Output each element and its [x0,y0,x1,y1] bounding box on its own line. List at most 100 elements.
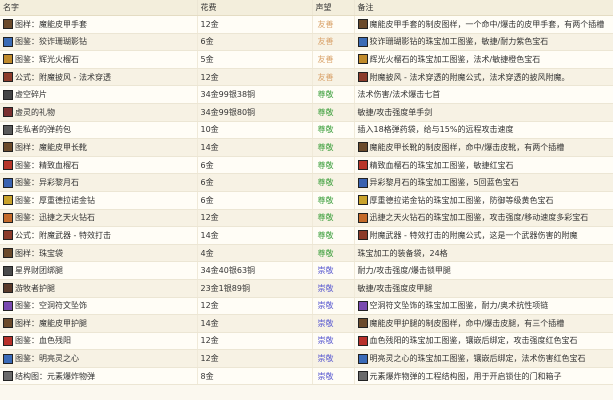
gem-icon [357,160,368,171]
item-name[interactable]: 图鉴：异彩黎月石 [15,178,79,187]
table-row[interactable]: 结构图：元素爆炸物弹 8金 崇敬 元素爆炸物弹的工程结构图，用于开启锁住的门和箱子 [0,367,613,386]
table-row[interactable]: 图鉴：迅捷之天火钻石 12金 尊敬 迅捷之天火钻石的珠宝加工图鉴，攻击强度/移动速度多… [0,209,613,228]
note-text: 血色残阳的珠宝加工图鉴，镶嵌后绑定，攻击强度红色宝石 [369,336,578,346]
table-row[interactable]: 虚灵的礼物 34金99银80铜 尊敬 敏捷/攻击强度单手剑 [0,103,613,122]
item-name-cell[interactable]: 结构图：元素爆炸物弹 [0,367,198,386]
reputation-level: 尊敬 [312,191,355,210]
item-name[interactable]: 虚空碎片 [15,90,47,99]
gem-icon [3,353,13,364]
table-row[interactable]: 公式：附魔披风 - 法术穿透 12金 友善 附魔披风 - 法术穿透的附魔公式，法术穿透… [0,68,613,87]
table-row[interactable]: 图鉴：空洞符文坠饰 12金 崇敬 空洞符文坠饰的珠宝加工图鉴，耐力/奥术抗性项链 [0,297,613,316]
gloves-icon [3,19,13,30]
item-name[interactable]: 图样：魔能皮甲手套 [15,20,87,29]
item-name[interactable]: 图鉴：精致血榴石 [15,161,79,170]
item-name[interactable]: 游牧者护腿 [15,284,55,293]
item-note: 法术伤害/法术爆击七首 [354,85,613,104]
item-name-cell[interactable]: 图样：魔能皮甲手套 [0,15,198,34]
item-name-cell[interactable]: 游牧者护腿 [0,279,198,298]
item-cost: 12金 [197,68,313,87]
table-header-row: 名字 花费 声望 备注 [0,0,613,16]
item-note: 辉光火榴石的珠宝加工图鉴，法术/敏捷橙色宝石 [354,50,613,69]
item-name-cell[interactable]: 图样：魔能皮甲护腿 [0,314,198,333]
item-name-cell[interactable]: 图鉴：狡诈珊瑚影钻 [0,33,198,52]
item-name[interactable]: 结构图：元素爆炸物弹 [15,372,95,381]
item-cost: 14金 [197,226,313,245]
table-row[interactable]: 图鉴：血色残阳 12金 崇敬 血色残阳的珠宝加工图鉴，镶嵌后绑定，攻击强度红色宝石 [0,332,613,351]
gem-icon [3,335,13,346]
table-row[interactable]: 游牧者护腿 23金1银89铜 崇敬 敏捷/攻击强度皮甲腿 [0,279,613,298]
header-cost[interactable]: 花费 [197,0,313,16]
table-row[interactable]: 走私者的弹药包 10金 尊敬 插入18格弹药袋，给与15%的远程攻击速度 [0,121,613,140]
item-name-cell[interactable]: 图鉴：明亮灵之心 [0,349,198,368]
item-name[interactable]: 图鉴：明亮灵之心 [15,354,79,363]
table-row[interactable]: 图鉴：辉光火榴石 5金 友善 辉光火榴石的珠宝加工图鉴，法术/敏捷橙色宝石 [0,50,613,69]
leg-icon [3,318,13,329]
item-name-cell[interactable]: 图鉴：迅捷之天火钻石 [0,209,198,228]
item-name-cell[interactable]: 图鉴：厚重德拉诺金钻 [0,191,198,210]
item-name[interactable]: 图鉴：辉光火榴石 [15,55,79,64]
item-name-cell[interactable]: 公式：附魔披风 - 法术穿透 [0,68,198,87]
item-name-cell[interactable]: 图鉴：异彩黎月石 [0,173,198,192]
table-row[interactable]: 图样：魔能皮甲护腿 14金 崇敬 魔能皮甲护腿的制皮图样，命中/爆击皮腿，有三个插槽 [0,314,613,333]
header-note[interactable]: 备注 [354,0,613,16]
scroll-icon [3,72,13,83]
item-name-cell[interactable]: 图样：珠宝袋 [0,244,198,263]
table-row[interactable]: 图鉴：精致血榴石 6金 尊敬 精致血榴石的珠宝加工图鉴，敏捷红宝石 [0,156,613,175]
item-name[interactable]: 图样：珠宝袋 [15,249,63,258]
item-name-cell[interactable]: 图鉴：辉光火榴石 [0,50,198,69]
item-name[interactable]: 公式：附魔武器 - 特效打击 [15,231,111,240]
table-row[interactable]: 图鉴：异彩黎月石 6金 尊敬 异彩黎月石的珠宝加工图鉴，5回蓝色宝石 [0,173,613,192]
table-row[interactable]: 星界财团绑腿 34金40银63铜 崇敬 耐力/攻击强度/爆击锁甲腿 [0,261,613,280]
table-row[interactable]: 图鉴：厚重德拉诺金钻 6金 尊敬 厚重德拉诺金钻的珠宝加工图鉴，防御等级黄色宝石 [0,191,613,210]
item-cost: 5金 [197,50,313,69]
item-name[interactable]: 图鉴：厚重德拉诺金钻 [15,196,95,205]
table-row[interactable]: 图样：魔能皮甲长靴 14金 尊敬 魔能皮甲长靴的制皮图样，命中/爆击皮靴，有两个插槽 [0,138,613,157]
item-name-cell[interactable]: 星界财团绑腿 [0,261,198,280]
reputation-level: 友善 [312,15,355,34]
leg-icon [3,283,13,294]
leg-icon [3,265,13,276]
item-name-cell[interactable]: 虚空碎片 [0,85,198,104]
item-name[interactable]: 虚灵的礼物 [15,108,55,117]
table-row[interactable]: 虚空碎片 34金99银38铜 尊敬 法术伤害/法术爆击七首 [0,85,613,104]
header-name[interactable]: 名字 [0,0,198,16]
table-row[interactable]: 图样：魔能皮甲手套 12金 友善 魔能皮甲手套的制皮图样，一个命中/爆击的皮甲手套，有… [0,15,613,34]
item-name-cell[interactable]: 图鉴：精致血榴石 [0,156,198,175]
item-cost: 12金 [197,332,313,351]
item-name[interactable]: 图鉴：迅捷之天火钻石 [15,213,95,222]
table-row[interactable]: 图鉴：狡诈珊瑚影钻 6金 友善 狡诈珊瑚影钻的珠宝加工图鉴，敏捷/耐力紫色宝石 [0,33,613,52]
item-name[interactable]: 图鉴：空洞符文坠饰 [15,301,87,310]
scroll-icon [3,230,13,241]
reputation-level: 尊敬 [312,244,355,263]
note-text: 精致血榴石的珠宝加工图鉴，敏捷红宝石 [369,160,514,170]
note-text: 附魔披风 - 法术穿透的附魔公式，法术穿透的披风附魔。 [369,72,570,82]
item-name[interactable]: 图样：魔能皮甲护腿 [15,319,87,328]
item-name-cell[interactable]: 图鉴：空洞符文坠饰 [0,297,198,316]
item-note: 耐力/攻击强度/爆击锁甲腿 [354,261,613,280]
item-name-cell[interactable]: 虚灵的礼物 [0,103,198,122]
item-note: 狡诈珊瑚影钻的珠宝加工图鉴，敏捷/耐力紫色宝石 [354,33,613,52]
item-name[interactable]: 星界财团绑腿 [15,266,63,275]
note-text: 插入18格弹药袋，给与15%的远程攻击速度 [357,125,514,135]
item-name-cell[interactable]: 走私者的弹药包 [0,121,198,140]
table-row[interactable]: 图鉴：明亮灵之心 12金 崇敬 明亮灵之心的珠宝加工图鉴，镶嵌后绑定，法术伤害红色宝石 [0,349,613,368]
leg-icon [357,318,368,329]
item-name[interactable]: 公式：附魔披风 - 法术穿透 [15,73,111,82]
gem-icon [3,54,13,65]
item-cost: 14金 [197,138,313,157]
boots-icon [3,142,13,153]
item-name[interactable]: 图样：魔能皮甲长靴 [15,143,87,152]
table-row[interactable]: 公式：附魔武器 - 特效打击 14金 尊敬 附魔武器 - 特效打击的附魔公式，这是一个… [0,226,613,245]
item-cost: 34金99银38铜 [197,85,313,104]
item-name[interactable]: 图鉴：狡诈珊瑚影钻 [15,37,87,46]
item-name-cell[interactable]: 图鉴：血色残阳 [0,332,198,351]
item-name[interactable]: 图鉴：血色残阳 [15,336,71,345]
item-name[interactable]: 走私者的弹药包 [15,125,71,134]
item-name-cell[interactable]: 公式：附魔武器 - 特效打击 [0,226,198,245]
gloves-icon [357,19,368,30]
item-cost: 12金 [197,349,313,368]
header-reputation[interactable]: 声望 [312,0,355,16]
item-name-cell[interactable]: 图样：魔能皮甲长靴 [0,138,198,157]
crystal-icon [3,89,13,100]
table-row[interactable]: 图样：珠宝袋 4金 尊敬 珠宝加工的装备袋，24格 [0,244,613,263]
